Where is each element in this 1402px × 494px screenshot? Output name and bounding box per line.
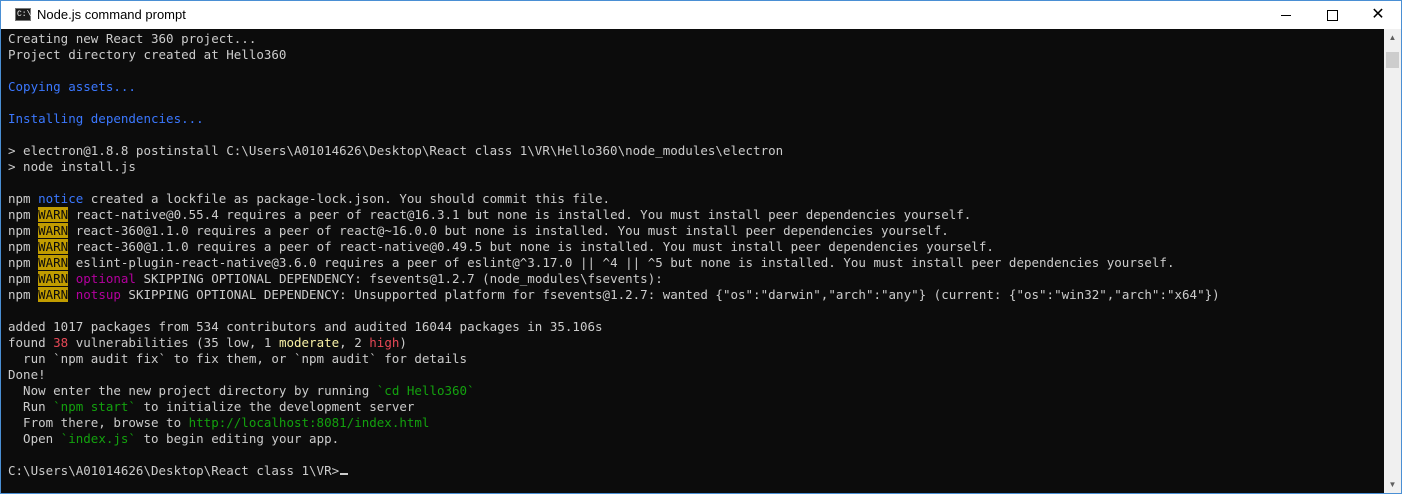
console-text: run `npm audit fix` to fix them, or `npm… (8, 351, 468, 366)
console-line: Open `index.js` to begin editing your ap… (8, 431, 1220, 447)
console-text: Now enter the new project directory by r… (8, 383, 377, 398)
console-text: react-360@1.1.0 requires a peer of react… (68, 223, 949, 238)
console-text: SKIPPING OPTIONAL DEPENDENCY: fsevents@1… (135, 271, 663, 286)
console-text: npm (8, 223, 39, 238)
console-line: npm WARN react-360@1.1.0 requires a peer… (8, 239, 1220, 255)
console-text: http://localhost:8081/index.html (188, 415, 430, 430)
console-text: WARN (38, 287, 69, 302)
console-line: > node install.js (8, 159, 1220, 175)
minimize-button[interactable] (1263, 1, 1309, 29)
scroll-up-arrow-icon[interactable]: ▲ (1384, 29, 1401, 46)
console-text: From there, browse to (8, 415, 189, 430)
console-text: react-native@0.55.4 requires a peer of r… (68, 207, 972, 222)
close-button[interactable]: ✕ (1355, 1, 1401, 29)
text-cursor (340, 473, 349, 475)
console-line: Now enter the new project directory by r… (8, 383, 1220, 399)
console-text: > electron@1.8.8 postinstall C:\Users\A0… (8, 143, 784, 158)
console-text: Creating new React 360 project... (8, 31, 257, 46)
command-prompt-icon[interactable]: C:\ (15, 8, 31, 21)
console-text: , 2 (339, 335, 370, 350)
console-text: `cd Hello360` (376, 383, 475, 398)
console-text: npm (8, 271, 39, 286)
console-text: WARN (38, 223, 69, 238)
console-line: npm notice created a lockfile as package… (8, 191, 1220, 207)
window-title: Node.js command prompt (37, 7, 186, 22)
console-text: Installing dependencies... (8, 111, 204, 126)
console-text: WARN (38, 239, 69, 254)
console-text: npm (8, 207, 39, 222)
console-lines: Creating new React 360 project... Project… (8, 31, 1220, 479)
console-text: Open (8, 431, 61, 446)
console-text: Done! (8, 367, 46, 382)
console-text: npm (8, 239, 39, 254)
icon-text: C:\ (17, 10, 32, 19)
console-text: npm (8, 191, 39, 206)
console-text: WARN (38, 271, 69, 286)
console-text: `npm start` (53, 399, 136, 414)
console-text: to initialize the development server (135, 399, 415, 414)
console-text: npm (8, 287, 39, 302)
scroll-down-arrow-icon[interactable]: ▼ (1384, 476, 1401, 493)
console-text: WARN (38, 207, 69, 222)
console-line: npm WARN react-360@1.1.0 requires a peer… (8, 223, 1220, 239)
console-text: eslint-plugin-react-native@3.6.0 require… (68, 255, 1175, 270)
console-text: Run (8, 399, 54, 414)
console-text: react-360@1.1.0 requires a peer of react… (68, 239, 994, 254)
console-text: C:\Users\A01014626\Desktop\React class 1… (8, 463, 340, 478)
console-text: found (8, 335, 54, 350)
console-text: to begin editing your app. (135, 431, 340, 446)
console-window: C:\ Node.js command prompt ✕ Creating ne… (0, 0, 1402, 494)
console-text: `index.js` (60, 431, 136, 446)
console-line: Done! (8, 367, 1220, 383)
console-text: WARN (38, 255, 69, 270)
console-line: npm WARN eslint-plugin-react-native@3.6.… (8, 255, 1220, 271)
console-text: SKIPPING OPTIONAL DEPENDENCY: Unsupporte… (120, 287, 1220, 302)
close-icon: ✕ (1371, 6, 1385, 23)
console-text: vulnerabilities (35 low, 1 (68, 335, 279, 350)
console-line: Creating new React 360 project... (8, 31, 1220, 47)
console-text: Project directory created at Hello360 (8, 47, 287, 62)
console-line: npm WARN optional SKIPPING OPTIONAL DEPE… (8, 271, 1220, 287)
console-text: moderate (278, 335, 340, 350)
console-text: high (369, 335, 400, 350)
console-output[interactable]: Creating new React 360 project... Project… (1, 29, 1384, 493)
title-bar[interactable]: C:\ Node.js command prompt ✕ (1, 1, 1401, 29)
console-line: npm WARN react-native@0.55.4 requires a … (8, 207, 1220, 223)
console-text: Copying assets... (8, 79, 136, 94)
minimize-icon (1281, 14, 1291, 16)
console-text: npm (8, 255, 39, 270)
console-line: added 1017 packages from 534 contributor… (8, 319, 1220, 335)
console-line: found 38 vulnerabilities (35 low, 1 mode… (8, 335, 1220, 351)
maximize-icon (1326, 9, 1338, 21)
scrollbar-thumb[interactable] (1386, 52, 1399, 68)
console-line: Installing dependencies... (8, 111, 1220, 127)
maximize-button[interactable] (1309, 1, 1355, 29)
console-text: notice (38, 191, 84, 206)
console-line: npm WARN notsup SKIPPING OPTIONAL DEPEND… (8, 287, 1220, 303)
console-text: > node install.js (8, 159, 136, 174)
console-text: created a lockfile as package-lock.json.… (83, 191, 611, 206)
console-line: C:\Users\A01014626\Desktop\React class 1… (8, 463, 1220, 479)
console-text: ) (399, 335, 407, 350)
console-line: From there, browse to http://localhost:8… (8, 415, 1220, 431)
vertical-scrollbar[interactable]: ▲ ▼ (1384, 29, 1401, 493)
console-text: notsup (75, 287, 121, 302)
console-line: Project directory created at Hello360 (8, 47, 1220, 63)
console-text: 38 (53, 335, 69, 350)
console-line: Copying assets... (8, 79, 1220, 95)
console-line: Run `npm start` to initialize the develo… (8, 399, 1220, 415)
console-line: > electron@1.8.8 postinstall C:\Users\A0… (8, 143, 1220, 159)
console-text: added 1017 packages from 534 contributor… (8, 319, 603, 334)
console-line: run `npm audit fix` to fix them, or `npm… (8, 351, 1220, 367)
console-text: optional (75, 271, 136, 286)
